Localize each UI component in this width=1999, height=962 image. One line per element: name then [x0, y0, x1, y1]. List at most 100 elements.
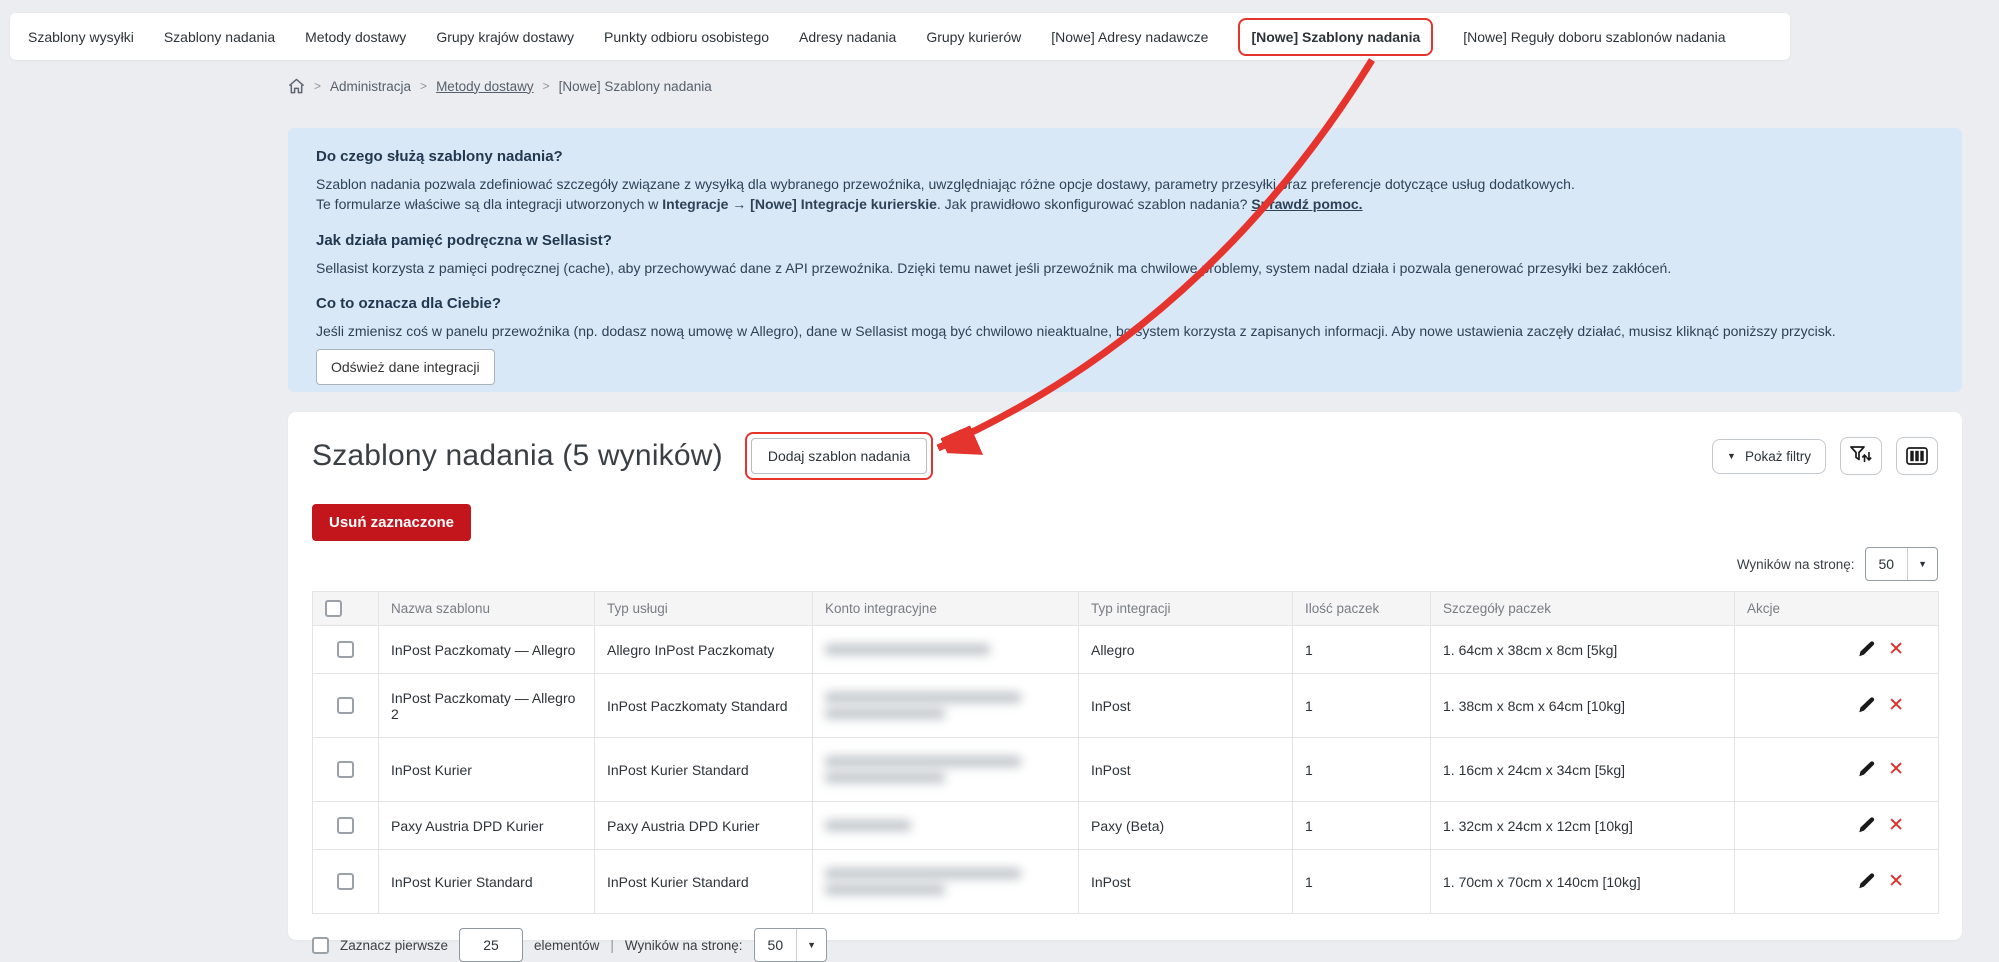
- cell-package-details: 1. 32cm x 24cm x 12cm [10kg]: [1431, 802, 1735, 850]
- cell-package-count: 1: [1293, 850, 1431, 914]
- cell-integration-account: [813, 738, 1079, 802]
- cell-package-details: 1. 64cm x 38cm x 8cm [5kg]: [1431, 626, 1735, 674]
- nav-tab-6[interactable]: Grupy kurierów: [926, 29, 1021, 45]
- columns-icon: [1906, 447, 1928, 465]
- info-text-purpose-line2: Te formularze właściwe są dla integracji…: [316, 194, 1934, 214]
- info-heading-cache: Jak działa pamięć podręczna w Sellasist?: [316, 232, 1934, 249]
- cell-integration-account: [813, 674, 1079, 738]
- column-header: Ilość paczek: [1293, 592, 1431, 626]
- per-page-label: Wyników na stronę:: [1737, 557, 1855, 572]
- column-header: Szczegóły paczek: [1431, 592, 1735, 626]
- table-row: InPost Kurier StandardInPost Kurier Stan…: [313, 850, 1939, 914]
- nav-tab-1[interactable]: Szablony nadania: [164, 29, 275, 45]
- annotation-highlight-box: Dodaj szablon nadania: [745, 432, 933, 480]
- delete-selected-button[interactable]: Usuń zaznaczone: [312, 504, 471, 541]
- show-filters-label: Pokaż filtry: [1745, 449, 1811, 464]
- nav-tab-8[interactable]: [Nowe] Szablony nadania: [1238, 18, 1433, 56]
- nav-tab-3[interactable]: Grupy krajów dostawy: [436, 29, 574, 45]
- info-heading-meaning: Co to oznacza dla Ciebie?: [316, 295, 1934, 312]
- nav-tab-9[interactable]: [Nowe] Reguły doboru szablonów nadania: [1463, 29, 1725, 45]
- row-checkbox[interactable]: [337, 817, 354, 834]
- nav-tab-7[interactable]: [Nowe] Adresy nadawcze: [1051, 29, 1208, 45]
- redacted-text: [825, 692, 1021, 703]
- breadcrumb-item-administracja[interactable]: Administracja: [330, 79, 411, 94]
- cell-package-details: 1. 70cm x 70cm x 140cm [10kg]: [1431, 850, 1735, 914]
- page-title: Szablony nadania (5 wyników): [312, 439, 723, 473]
- cell-service-type: InPost Kurier Standard: [595, 850, 813, 914]
- info-text-meaning: Jeśli zmienisz coś w panelu przewoźnika …: [316, 321, 1934, 341]
- row-checkbox[interactable]: [337, 761, 354, 778]
- per-page-select[interactable]: 50 ▼: [1865, 547, 1939, 581]
- redacted-text: [825, 644, 990, 655]
- cell-template-name: InPost Kurier: [379, 738, 595, 802]
- cell-actions: ✕: [1735, 738, 1939, 802]
- elements-label: elementów: [534, 938, 599, 953]
- cell-integration-type: Allegro: [1079, 626, 1293, 674]
- cell-package-count: 1: [1293, 674, 1431, 738]
- column-header: Typ usługi: [595, 592, 813, 626]
- templates-card: Szablony nadania (5 wyników) Dodaj szabl…: [288, 412, 1962, 940]
- add-template-button[interactable]: Dodaj szablon nadania: [751, 438, 927, 474]
- info-text-cache: Sellasist korzysta z pamięci podręcznej …: [316, 258, 1934, 278]
- table-row: InPost Paczkomaty — AllegroAllegro InPos…: [313, 626, 1939, 674]
- filter-sort-icon: [1850, 446, 1872, 466]
- delete-icon[interactable]: ✕: [1888, 640, 1904, 659]
- per-page-value: 50: [1866, 556, 1908, 572]
- edit-icon[interactable]: [1858, 873, 1875, 890]
- row-checkbox[interactable]: [337, 641, 354, 658]
- columns-button[interactable]: [1896, 437, 1938, 475]
- info-heading-purpose: Do czego służą szablony nadania?: [316, 148, 1934, 165]
- select-all-checkbox[interactable]: [325, 600, 342, 617]
- refresh-integrations-button[interactable]: Odśwież dane integracji: [316, 349, 495, 385]
- breadcrumb: > Administracja > Metody dostawy > [Nowe…: [288, 78, 712, 94]
- cell-template-name: InPost Paczkomaty — Allegro 2: [379, 674, 595, 738]
- cell-package-details: 1. 16cm x 24cm x 34cm [5kg]: [1431, 738, 1735, 802]
- select-first-count-input[interactable]: [459, 928, 523, 962]
- delete-icon[interactable]: ✕: [1888, 760, 1904, 779]
- redacted-text: [825, 772, 945, 783]
- redacted-text: [825, 708, 945, 719]
- per-page-value-footer: 50: [755, 937, 797, 953]
- nav-tab-2[interactable]: Metody dostawy: [305, 29, 406, 45]
- cell-package-count: 1: [1293, 802, 1431, 850]
- templates-table: Nazwa szablonuTyp usługiKonto integracyj…: [312, 591, 1939, 914]
- nav-tab-5[interactable]: Adresy nadania: [799, 29, 896, 45]
- select-first-checkbox[interactable]: [312, 937, 329, 954]
- cell-package-count: 1: [1293, 626, 1431, 674]
- edit-icon[interactable]: [1858, 697, 1875, 714]
- breadcrumb-item-metody-dostawy[interactable]: Metody dostawy: [436, 79, 534, 94]
- column-header: Akcje: [1735, 592, 1939, 626]
- edit-icon[interactable]: [1858, 761, 1875, 778]
- cell-integration-type: InPost: [1079, 738, 1293, 802]
- nav-tab-0[interactable]: Szablony wysyłki: [28, 29, 134, 45]
- show-filters-button[interactable]: ▼ Pokaż filtry: [1712, 439, 1826, 474]
- cell-template-name: Paxy Austria DPD Kurier: [379, 802, 595, 850]
- edit-icon[interactable]: [1858, 817, 1875, 834]
- redacted-text: [825, 756, 1021, 767]
- info-text-bold-integrations: Integracje → [Nowe] Integracje kurierski…: [662, 196, 937, 212]
- delete-icon[interactable]: ✕: [1888, 696, 1904, 715]
- breadcrumb-separator: >: [543, 79, 550, 93]
- home-icon[interactable]: [288, 78, 305, 94]
- divider: |: [610, 938, 614, 953]
- row-checkbox[interactable]: [337, 697, 354, 714]
- cell-service-type: InPost Kurier Standard: [595, 738, 813, 802]
- column-header: Konto integracyjne: [813, 592, 1079, 626]
- breadcrumb-separator: >: [420, 79, 427, 93]
- info-text-purpose-line1: Szablon nadania pozwala zdefiniować szcz…: [316, 174, 1934, 194]
- delete-icon[interactable]: ✕: [1888, 872, 1904, 891]
- check-help-link[interactable]: Sprawdź pomoc.: [1251, 196, 1362, 212]
- info-text-part: Te formularze właściwe są dla integracji…: [316, 196, 662, 212]
- table-row: InPost Paczkomaty — Allegro 2InPost Pacz…: [313, 674, 1939, 738]
- column-header: Typ integracji: [1079, 592, 1293, 626]
- cell-integration-type: InPost: [1079, 850, 1293, 914]
- info-text-part: . Jak prawidłowo skonfigurować szablon n…: [937, 196, 1251, 212]
- per-page-select-footer[interactable]: 50 ▼: [754, 928, 828, 962]
- cell-integration-account: [813, 850, 1079, 914]
- row-checkbox[interactable]: [337, 873, 354, 890]
- nav-tab-4[interactable]: Punkty odbioru osobistego: [604, 29, 769, 45]
- column-header: Nazwa szablonu: [379, 592, 595, 626]
- sort-filter-button[interactable]: [1840, 437, 1882, 475]
- edit-icon[interactable]: [1858, 641, 1875, 658]
- delete-icon[interactable]: ✕: [1888, 816, 1904, 835]
